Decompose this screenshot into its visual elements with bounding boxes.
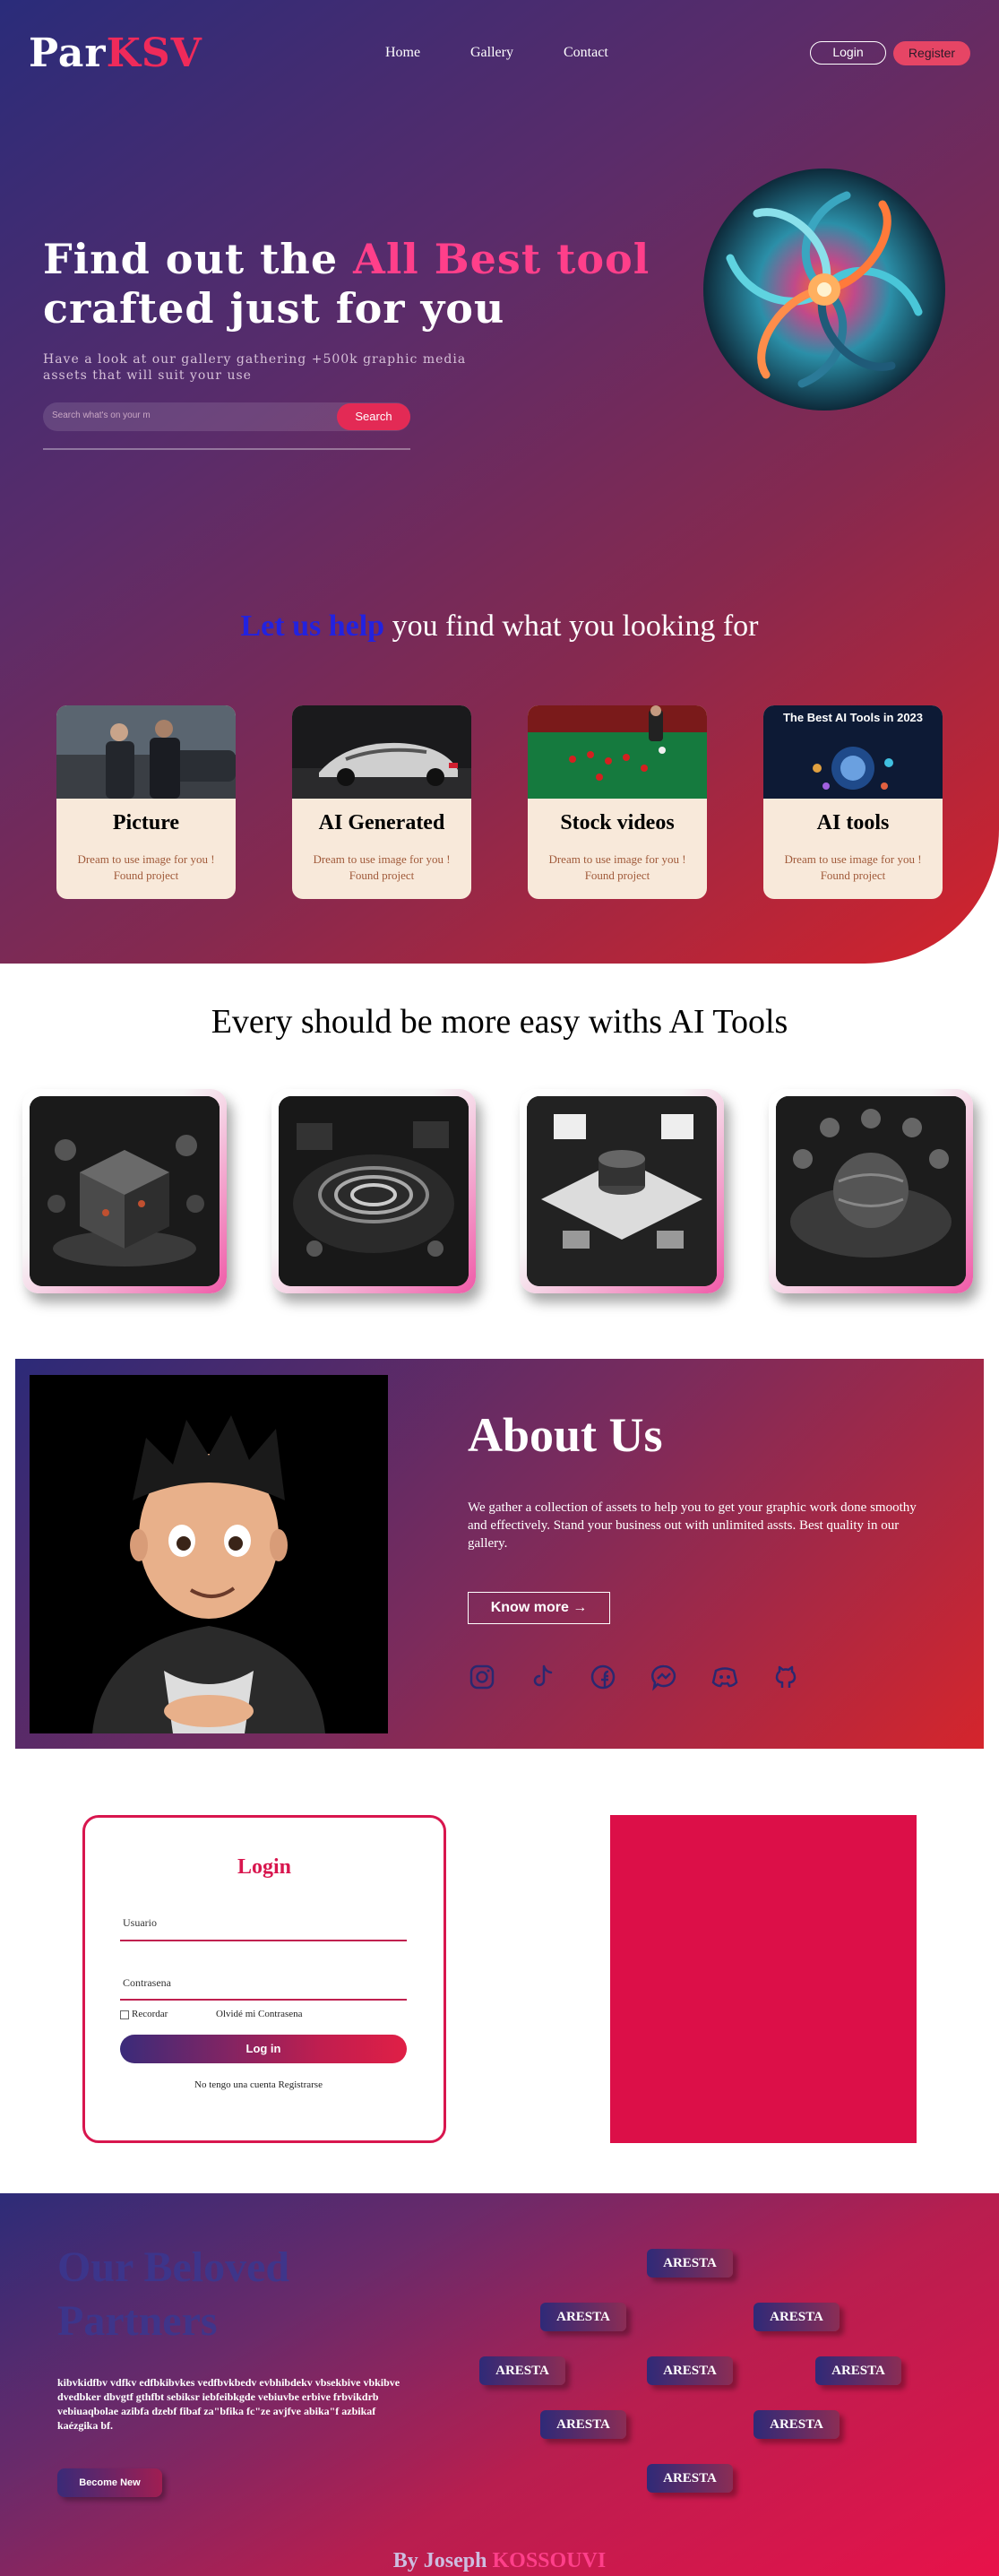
footer-credit: By Joseph KOSSOUVI	[0, 2549, 999, 2573]
hero-title-highlight: All Best tool	[353, 235, 650, 283]
category-image	[528, 705, 707, 799]
instagram-icon[interactable]	[468, 1663, 496, 1691]
register-button[interactable]: Register	[893, 41, 970, 65]
tool-card[interactable]	[769, 1089, 973, 1293]
tool-image-server	[527, 1096, 717, 1286]
login-title: Login	[237, 1855, 292, 1879]
discord-icon[interactable]	[710, 1663, 739, 1691]
tool-image-rings	[279, 1096, 469, 1286]
nav-contact[interactable]: Contact	[564, 45, 608, 61]
remember-checkbox[interactable]	[120, 2010, 129, 2019]
footer-name: KOSSOUVI	[492, 2549, 607, 2572]
tool-card[interactable]	[271, 1089, 476, 1293]
hero-title: Find out the All Best tool crafted just …	[43, 235, 650, 333]
partner-logo[interactable]: ARESTA	[754, 2303, 840, 2331]
category-image: The Best AI Tools in 2023	[763, 705, 943, 799]
username-underline	[120, 1940, 407, 1941]
about-avatar-image	[30, 1375, 388, 1733]
hero-title-part: Find out the	[43, 235, 354, 283]
password-underline	[120, 1999, 407, 2001]
tool-image-globe	[776, 1096, 966, 1286]
hero-spiral-image	[703, 169, 945, 411]
divider	[43, 448, 410, 450]
remember-label: Recordar	[132, 2009, 168, 2019]
category-image	[292, 705, 471, 799]
brand-logo[interactable]: ParKSV	[29, 30, 202, 76]
category-card-stock-videos[interactable]: Stock videos Dream to use image for you …	[528, 705, 707, 899]
partner-logo[interactable]: ARESTA	[540, 2303, 626, 2331]
no-account-text: No tengo una cuenta Registrarse	[194, 2079, 323, 2090]
help-heading-highlight: Let us help	[240, 609, 385, 643]
partner-logo[interactable]: ARESTA	[647, 2464, 733, 2493]
partner-logo[interactable]: ARESTA	[540, 2410, 626, 2439]
category-card-picture[interactable]: Picture Dream to use image for you ! Fou…	[56, 705, 236, 899]
category-desc: Dream to use image for you ! Found proje…	[313, 852, 451, 882]
no-account-label: No tengo una cuenta	[194, 2079, 279, 2090]
about-title: About Us	[468, 1408, 663, 1462]
tool-image-cube	[30, 1096, 220, 1286]
login-submit-button[interactable]: Log in	[120, 2035, 407, 2063]
partners-text: kibvkidfbv vdfkv edfbkibvkes vedfbvkbedv…	[57, 2376, 400, 2432]
partner-logo[interactable]: ARESTA	[647, 2249, 733, 2278]
nav-home[interactable]: Home	[385, 45, 420, 61]
help-heading-rest: you find what you looking for	[384, 609, 759, 643]
partner-logo[interactable]: ARESTA	[815, 2356, 901, 2385]
red-panel	[610, 1815, 917, 2143]
brand-part1: Par	[29, 30, 107, 76]
tiktok-icon[interactable]	[528, 1663, 556, 1691]
category-title: Picture	[112, 811, 180, 834]
tools-heading: Every should be more easy withs AI Tools	[211, 1003, 788, 1041]
forgot-password-link[interactable]: Olvidé mi Contrasena	[216, 2009, 303, 2019]
category-card-ai-tools[interactable]: The Best AI Tools in 2023 AI tools Dream…	[763, 705, 943, 899]
hero-subtitle: Have a look at our gallery gathering +50…	[43, 352, 467, 383]
hero-title-line2: crafted just for you	[43, 284, 505, 333]
facebook-icon[interactable]	[589, 1663, 617, 1691]
category-desc: Dream to use image for you ! Found proje…	[548, 852, 686, 882]
github-icon[interactable]	[771, 1663, 800, 1691]
partners-title: Our Beloved Partners	[57, 2241, 434, 2348]
become-new-button[interactable]: Become New	[57, 2468, 162, 2497]
username-field[interactable]: Usuario	[123, 1916, 157, 1930]
help-heading: Let us help you find what you looking fo…	[0, 609, 999, 644]
partner-logo[interactable]: ARESTA	[754, 2410, 840, 2439]
tool-card[interactable]	[22, 1089, 227, 1293]
brand-part2: KSV	[106, 30, 202, 76]
nav-gallery[interactable]: Gallery	[470, 45, 513, 61]
tool-card[interactable]	[520, 1089, 724, 1293]
category-title: AI Generated	[318, 811, 445, 834]
partners-title-line2: Partners	[57, 2297, 218, 2345]
category-image	[56, 705, 236, 799]
search-button[interactable]: Search	[337, 403, 410, 430]
messenger-icon[interactable]	[650, 1663, 678, 1691]
partner-logo[interactable]: ARESTA	[647, 2356, 733, 2385]
category-desc: Dream to use image for you ! Found proje…	[784, 852, 922, 882]
know-more-button[interactable]: Know more →	[468, 1592, 610, 1624]
partners-title-line1: Our Beloved	[57, 2243, 290, 2291]
category-image-caption: The Best AI Tools in 2023	[783, 711, 923, 724]
register-link[interactable]: Registrarse	[278, 2079, 322, 2090]
category-desc: Dream to use image for you ! Found proje…	[77, 852, 215, 882]
about-text: We gather a collection of assets to help…	[468, 1500, 917, 1551]
footer-by: By Joseph	[392, 2549, 493, 2572]
login-button[interactable]: Login	[810, 41, 886, 65]
password-field[interactable]: Contrasena	[123, 1976, 171, 1990]
search-placeholder: Search what's on your m	[52, 411, 151, 420]
category-card-ai-generated[interactable]: AI Generated Dream to use image for you …	[292, 705, 471, 899]
partner-logo[interactable]: ARESTA	[479, 2356, 565, 2385]
category-title: AI tools	[816, 811, 890, 834]
category-title: Stock videos	[560, 811, 675, 834]
